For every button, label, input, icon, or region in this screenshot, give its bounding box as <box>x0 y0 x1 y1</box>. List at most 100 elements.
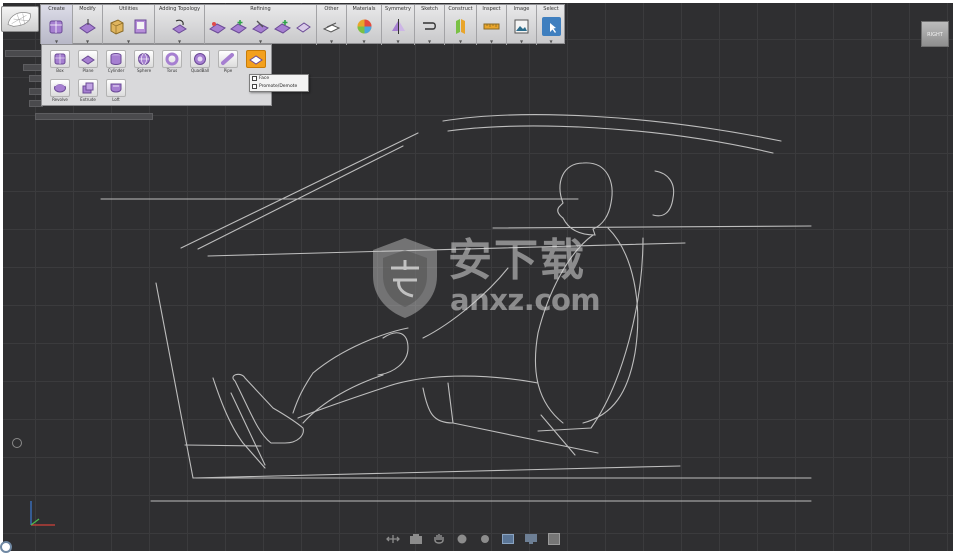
app-logo-button[interactable] <box>1 6 39 32</box>
create-box-button[interactable]: Box <box>47 48 73 76</box>
create-plane-flyout-button[interactable] <box>243 48 269 76</box>
dolly-sphere-icon[interactable] <box>477 532 492 547</box>
wireframe-logo-icon <box>7 12 31 27</box>
shin-front <box>292 372 314 414</box>
create-torus-button[interactable]: Torus <box>159 48 185 76</box>
create-extrude-label: Extrude <box>80 97 96 102</box>
create-plane-button[interactable]: Plane <box>75 48 101 76</box>
plane-icon <box>81 55 95 65</box>
torus-icon <box>165 52 179 66</box>
refine-5-icon[interactable] <box>294 17 313 36</box>
calf <box>302 374 384 424</box>
axis-triad <box>30 501 55 526</box>
roof-line <box>442 114 782 142</box>
toolbar-group-utilities[interactable]: Utilities ▼ <box>103 5 155 45</box>
create-plane-label: Plane <box>82 68 94 73</box>
refine-3-icon[interactable] <box>251 17 270 36</box>
materials-icon[interactable] <box>355 17 374 36</box>
toolbar-group-sketch[interactable]: Sketch ▼ <box>415 5 445 45</box>
pipe-icon <box>221 53 234 65</box>
modify-icon[interactable] <box>78 17 97 36</box>
roof-line-lower <box>447 125 774 154</box>
image-icon[interactable] <box>512 17 531 36</box>
toolbar-group-materials[interactable]: Materials ▼ <box>347 5 382 45</box>
quadball-icon <box>194 53 206 65</box>
primitive-box-icon[interactable] <box>47 17 66 36</box>
menu-item-face[interactable]: Face <box>250 75 308 83</box>
add-topology-icon[interactable] <box>170 17 189 36</box>
construct-icon[interactable] <box>451 17 470 36</box>
chevron-down-icon: ▼ <box>427 39 432 44</box>
group-label: Materials <box>352 6 376 12</box>
toolbar-group-adding-topology[interactable]: Adding Topology ▼ <box>155 5 205 45</box>
toolbar-group-symmetry[interactable]: Symmetry ▼ <box>382 5 415 45</box>
symmetry-icon[interactable] <box>389 17 408 36</box>
chevron-down-icon: ▼ <box>549 39 553 44</box>
group-label: Modify <box>79 6 96 12</box>
toolbar-group-create[interactable]: Create ▼ <box>41 5 73 45</box>
group-label: Utilities <box>119 6 138 12</box>
grid-toggle-icon[interactable] <box>546 532 561 547</box>
toolbar-group-construct[interactable]: Construct ▼ <box>445 5 477 45</box>
zoom-sphere-icon[interactable] <box>454 532 469 547</box>
knee <box>377 332 409 376</box>
face-icon <box>252 76 257 81</box>
watermark-url: anxz.com <box>450 283 601 317</box>
create-quadball-button[interactable]: QuadBall <box>187 48 213 76</box>
watermark: 安下载 anxz.com <box>369 236 601 320</box>
cylinder-icon <box>110 53 122 65</box>
toolbar-group-modify[interactable]: Modify ▼ <box>73 5 103 45</box>
pivot-marker[interactable] <box>12 438 22 448</box>
create-pipe-label: Pipe <box>223 68 233 73</box>
reference-line <box>492 225 812 229</box>
create-loft-label: Loft <box>112 97 120 102</box>
create-sphere-button[interactable]: Sphere <box>131 48 157 76</box>
create-extrude-button[interactable]: Extrude <box>75 77 101 105</box>
inspect-icon[interactable] <box>482 17 501 36</box>
pan-hand-icon[interactable] <box>431 532 446 547</box>
orbit-icon[interactable] <box>385 532 400 547</box>
utility-cube-icon[interactable] <box>107 17 126 36</box>
create-cylinder-label: Cylinder <box>107 68 125 73</box>
refine-2-icon[interactable] <box>229 17 248 36</box>
create-cylinder-button[interactable]: Cylinder <box>103 48 129 76</box>
other-icon[interactable] <box>322 17 341 36</box>
pedal-2 <box>230 392 266 466</box>
toolbar-group-inspect[interactable]: Inspect ▼ <box>477 5 507 45</box>
create-loft-button[interactable]: Loft <box>103 77 129 105</box>
toolbar-group-select[interactable]: Select ▼ <box>537 5 565 45</box>
lister-row[interactable] <box>23 64 43 71</box>
refine-4-icon[interactable] <box>273 17 292 36</box>
group-label: Image <box>513 6 530 12</box>
monitor-icon[interactable] <box>523 532 538 547</box>
seat-cushion <box>422 387 599 454</box>
status-indicator-icon <box>0 541 12 553</box>
select-icon[interactable] <box>541 16 561 36</box>
camera-icon[interactable] <box>408 532 423 547</box>
group-label: Construct <box>448 6 473 12</box>
shield-logo-icon <box>373 238 437 318</box>
headrest <box>652 170 675 217</box>
menu-item-promote-demote[interactable]: Promote/Demote <box>250 83 308 91</box>
view-cube-button[interactable]: RIGHT <box>921 21 949 47</box>
utility-panel-icon[interactable] <box>131 17 150 36</box>
lister-row[interactable] <box>35 113 153 120</box>
refine-1-icon[interactable] <box>208 17 227 36</box>
toolbar-group-other[interactable]: Other ▼ <box>317 5 347 45</box>
frame-view-icon[interactable] <box>500 532 515 547</box>
sketch-icon[interactable] <box>420 17 439 36</box>
chevron-down-icon: ▼ <box>458 39 463 44</box>
windshield-line <box>180 132 419 249</box>
group-label: Inspect <box>482 6 501 12</box>
group-label: Adding Topology <box>158 6 201 12</box>
chevron-down-icon: ▼ <box>329 39 334 44</box>
create-pipe-button[interactable]: Pipe <box>215 48 241 76</box>
create-revolve-button[interactable]: Revolve <box>47 77 73 105</box>
group-label: Create <box>48 6 65 12</box>
toolbar-group-image[interactable]: Image ▼ <box>507 5 537 45</box>
toolbar-group-refining[interactable]: Refining ▼ <box>205 5 317 45</box>
main-toolbar: Create ▼ Modify ▼ Utilities ▼ Adding Top… <box>40 4 565 45</box>
stray-line <box>184 444 262 447</box>
plane-flyout-menu: Face Promote/Demote <box>249 74 309 92</box>
lister-row[interactable] <box>5 50 43 57</box>
